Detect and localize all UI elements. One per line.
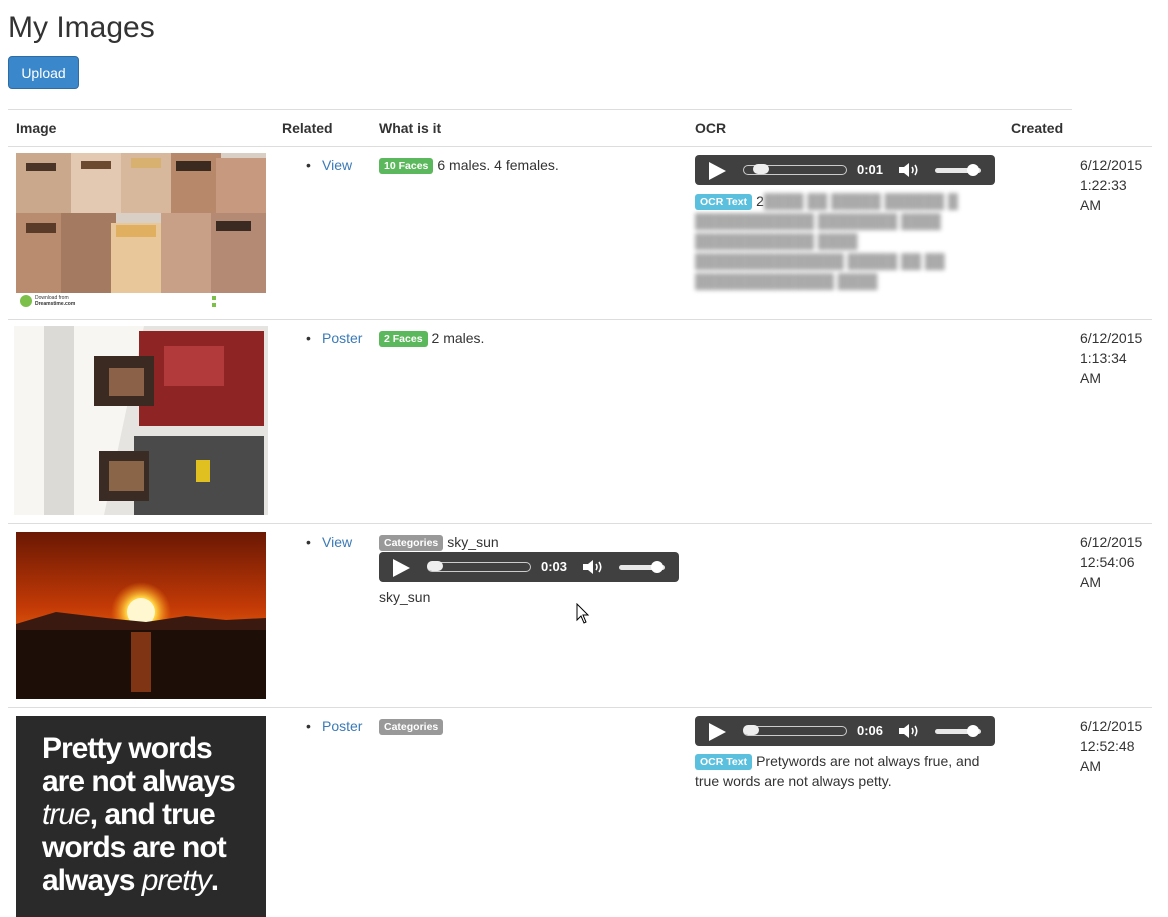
volume-handle[interactable] xyxy=(651,561,663,573)
created-date-line: 6/12/2015 xyxy=(1080,157,1143,173)
audio-player[interactable]: 0:03 xyxy=(379,552,679,582)
created-date-line: 6/12/2015 xyxy=(1080,718,1143,734)
ocr-text-block: OCR Text Pretywords are not always frue, … xyxy=(695,751,995,791)
header-created: Created xyxy=(1011,120,1064,136)
created-time-line: 12:54:06 xyxy=(1080,554,1135,570)
audio-player[interactable]: 0:06 xyxy=(695,716,995,746)
poster-line-2: are not always xyxy=(42,765,236,798)
seek-handle[interactable] xyxy=(427,561,443,571)
image-thumbnail-faces[interactable]: Download from Dreamstime.com xyxy=(16,153,266,310)
audio-time: 0:01 xyxy=(857,162,884,177)
play-icon[interactable] xyxy=(709,162,726,180)
page-title: My Images xyxy=(8,11,155,44)
what-cell: 2 Faces 2 males. xyxy=(379,330,484,347)
what-cell: 10 Faces 6 males. 4 females. xyxy=(379,157,559,174)
header-bottom-rule xyxy=(8,146,1152,147)
created-date-line: 6/12/2015 xyxy=(1080,534,1143,550)
ocr-text-badge: OCR Text xyxy=(695,194,753,210)
audio-player[interactable]: 0:01 xyxy=(695,155,995,185)
speaker-icon[interactable] xyxy=(899,162,921,178)
thumb-watermark-line-2: Dreamstime.com xyxy=(35,301,76,307)
poster-line-1: Pretty words xyxy=(42,732,213,765)
header-what: What is it xyxy=(379,120,442,136)
ocr-text-badge: OCR Text xyxy=(695,754,753,770)
play-icon[interactable] xyxy=(393,559,410,577)
faces-badge: 10 Faces xyxy=(379,158,434,174)
poster-line-5: always pretty. xyxy=(42,864,219,897)
ocr-text-visible: 2 xyxy=(756,193,764,209)
audio-time: 0:03 xyxy=(541,559,568,574)
ocr-text-block: OCR Text 2████ ██ █████ ██████ █ ████████… xyxy=(695,191,995,291)
header-top-rule xyxy=(8,109,1072,110)
faces-badge: 2 Faces xyxy=(379,331,428,347)
volume-handle[interactable] xyxy=(967,725,979,737)
volume-handle[interactable] xyxy=(967,164,979,176)
related-view-link[interactable]: View xyxy=(322,534,352,550)
row-divider xyxy=(8,707,1152,708)
play-icon[interactable] xyxy=(709,723,726,741)
header-ocr: OCR xyxy=(695,120,727,136)
poster-line-4: words are not xyxy=(42,831,227,864)
image-thumbnail-sunset[interactable] xyxy=(16,532,266,699)
created-date-line: 6/12/2015 xyxy=(1080,330,1143,346)
what-description: sky_sun xyxy=(447,534,499,550)
categories-badge: Categories xyxy=(379,535,444,551)
image-thumbnail-quote[interactable]: Pretty words are not always true, and tr… xyxy=(16,716,266,917)
header-related: Related xyxy=(282,120,333,136)
created-time-line: 12:52:48 xyxy=(1080,738,1135,754)
created-date: 6/12/2015 1:13:34 AM xyxy=(1080,328,1160,388)
speaker-icon[interactable] xyxy=(899,723,921,739)
upload-button[interactable]: Upload xyxy=(8,56,79,89)
what-description: 6 males. 4 females. xyxy=(437,157,559,173)
created-date: 6/12/2015 12:54:06 AM xyxy=(1080,532,1160,592)
header-image: Image xyxy=(16,120,57,136)
related-poster-link[interactable]: Poster xyxy=(322,718,362,734)
row-divider xyxy=(8,319,1152,320)
audio-time: 0:06 xyxy=(857,723,884,738)
created-date: 6/12/2015 1:22:33 AM xyxy=(1080,155,1160,215)
speaker-icon[interactable] xyxy=(583,559,605,575)
poster-line-3: true, and true xyxy=(42,798,216,831)
categories-badge: Categories xyxy=(379,719,444,735)
what-description: 2 males. xyxy=(431,330,485,346)
seek-handle[interactable] xyxy=(753,164,769,174)
created-date: 6/12/2015 12:52:48 AM xyxy=(1080,716,1160,776)
row-divider xyxy=(8,523,1152,524)
related-poster-link[interactable]: Poster xyxy=(322,330,362,346)
what-caption: sky_sun xyxy=(379,589,431,605)
created-ampm-line: AM xyxy=(1080,574,1101,590)
mouse-cursor-icon xyxy=(576,603,590,624)
image-thumbnail-two-men[interactable] xyxy=(14,326,268,515)
what-cell: Categories sky_sun xyxy=(379,534,499,551)
related-view-link[interactable]: View xyxy=(322,157,352,173)
created-ampm-line: AM xyxy=(1080,197,1101,213)
created-time-line: 1:22:33 xyxy=(1080,177,1127,193)
seek-handle[interactable] xyxy=(743,725,759,735)
created-time-line: 1:13:34 xyxy=(1080,350,1127,366)
created-ampm-line: AM xyxy=(1080,758,1101,774)
created-ampm-line: AM xyxy=(1080,370,1101,386)
what-cell: Categories xyxy=(379,718,447,735)
